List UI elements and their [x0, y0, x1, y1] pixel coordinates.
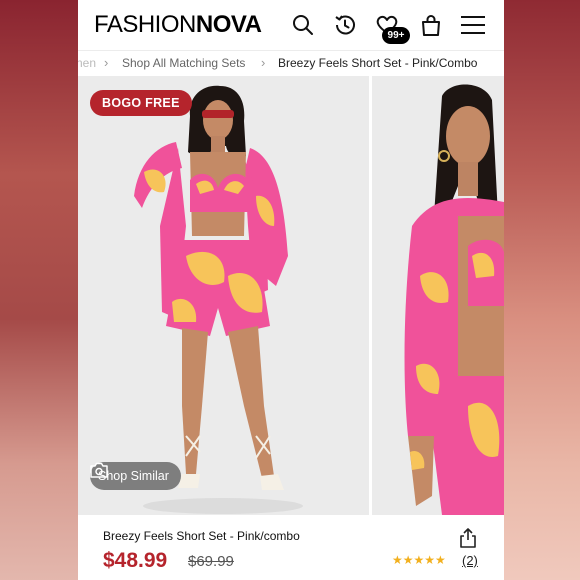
chevron-right-icon: ›	[261, 55, 266, 70]
brand-logo[interactable]: FASHIONNOVA	[94, 11, 262, 39]
shop-similar-button[interactable]: Shop Similar	[90, 462, 181, 490]
shop-similar-label: Shop Similar	[98, 469, 169, 483]
sale-price: $48.99	[103, 549, 168, 572]
blurred-background-right	[504, 0, 580, 580]
model-front-image	[78, 76, 369, 515]
history-icon[interactable]	[332, 12, 358, 38]
search-icon[interactable]	[290, 12, 316, 38]
chevron-right-icon: ›	[104, 55, 109, 70]
breadcrumb: nen › Shop All Matching Sets › Breezy Fe…	[78, 50, 504, 75]
bogo-free-badge: BOGO FREE	[90, 90, 192, 116]
camera-icon	[90, 462, 108, 478]
wishlist-count-badge: 99+	[382, 27, 410, 44]
model-closeup-image	[372, 76, 504, 515]
product-info-panel: Breezy Feels Short Set - Pink/combo $48.…	[78, 515, 504, 580]
product-photo-secondary[interactable]	[372, 76, 504, 515]
breadcrumb-item-current: Breezy Feels Short Set - Pink/Combo	[278, 56, 478, 70]
review-count-link[interactable]: (2)	[462, 553, 478, 568]
top-header: FASHIONNOVA 99+	[78, 0, 504, 50]
product-photo-main[interactable]: BOGO FREE Shop Similar	[78, 76, 369, 515]
rating-stars-icon[interactable]: ★★★★★	[392, 553, 446, 567]
breadcrumb-item-previous[interactable]: nen	[78, 56, 96, 70]
share-icon[interactable]	[458, 527, 478, 549]
product-name: Breezy Feels Short Set - Pink/combo	[103, 529, 300, 543]
original-price: $69.99	[188, 553, 234, 570]
logo-fashion-text: FASHION	[94, 11, 196, 38]
product-image-gallery[interactable]: BOGO FREE Shop Similar	[78, 76, 504, 515]
menu-icon[interactable]	[460, 12, 486, 38]
bag-icon[interactable]	[418, 12, 444, 38]
breadcrumb-item-matching-sets[interactable]: Shop All Matching Sets	[122, 56, 245, 70]
logo-nova-text: NOVA	[195, 11, 262, 38]
blurred-background-left	[0, 0, 78, 580]
app-screen: FASHIONNOVA 99+ nen › Shop All Matching	[78, 0, 504, 580]
